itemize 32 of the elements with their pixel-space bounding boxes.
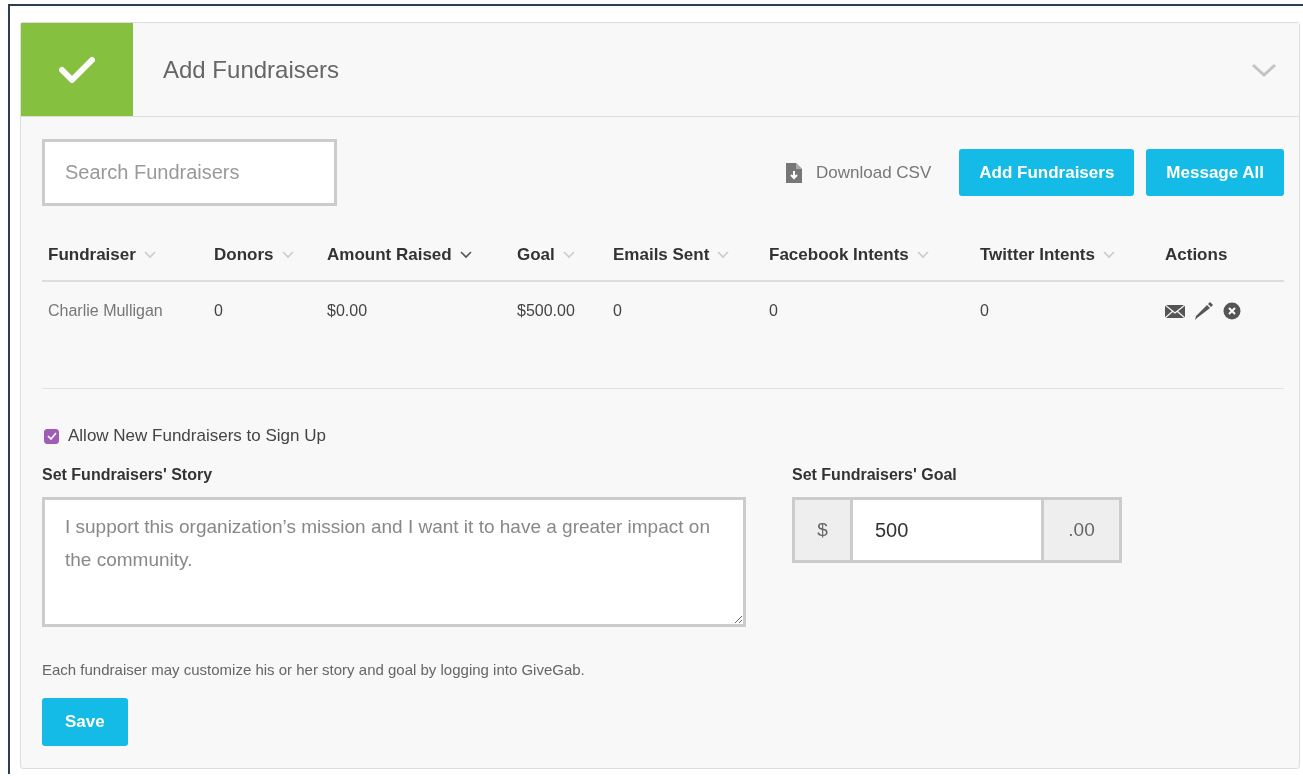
table-cell-text: 0 — [768, 302, 779, 320]
close-icon[interactable] — [1223, 302, 1241, 320]
cents-addon: .00 — [1041, 500, 1119, 560]
column-header[interactable]: Twitter Intents — [980, 245, 1095, 265]
column-header[interactable]: Donors — [214, 245, 274, 265]
currency-addon: $ — [795, 500, 853, 560]
file-download-icon — [786, 162, 802, 183]
checkbox-label: Allow New Fundraisers to Sign Up — [68, 426, 326, 446]
column-header[interactable]: Facebook Intents — [769, 245, 909, 265]
checkmark-icon — [59, 55, 95, 84]
table-cell-text: 0 — [213, 302, 224, 320]
story-field[interactable]: I support this organization’s mission and I want it to have a greater impact on the community. — [42, 497, 746, 627]
column-header[interactable]: Emails Sent — [613, 245, 710, 265]
column-header: Actions — [1165, 245, 1228, 265]
search-field[interactable]: Search Fundraisers — [42, 139, 337, 206]
envelope-icon[interactable] — [1165, 303, 1185, 319]
goal-input-group[interactable]: $ 500 .00 — [792, 497, 1122, 563]
table-cell-text: 0 — [612, 302, 623, 320]
table-cell-text: Charlie Mulligan — [47, 302, 164, 320]
table-cell-text: $500.00 — [516, 302, 576, 320]
download-link[interactable]: Download CSV — [786, 162, 932, 183]
pencil-icon[interactable] — [1194, 301, 1214, 321]
panel-title: Add Fundraisers — [163, 55, 341, 84]
column-header[interactable]: Fundraiser — [48, 245, 136, 265]
field-label: Set Fundraisers' Goal — [792, 466, 958, 484]
help-text: Each fundraiser may customize his or her story and goal by logging into GiveGab. — [42, 661, 586, 678]
column-header[interactable]: Amount Raised — [327, 245, 452, 265]
table-cell-text: $0.00 — [326, 302, 369, 320]
checkbox[interactable] — [44, 428, 59, 444]
table-cell-text: 0 — [979, 302, 990, 320]
column-header[interactable]: Goal — [517, 245, 555, 265]
field-label: Set Fundraisers' Story — [42, 466, 214, 484]
